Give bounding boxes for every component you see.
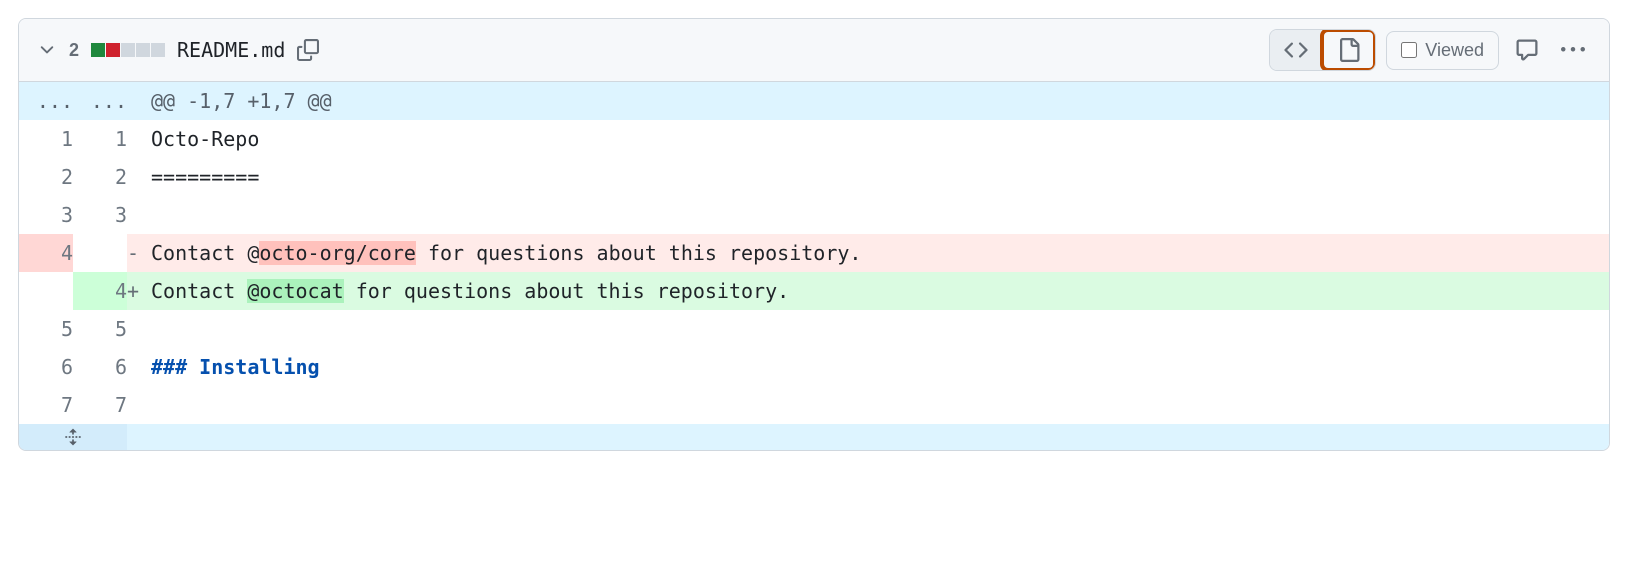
file-icon: [1337, 38, 1361, 62]
line-number-new[interactable]: 7: [73, 386, 127, 424]
line-number-new[interactable]: 6: [73, 348, 127, 386]
code-content: Octo-Repo: [151, 120, 1609, 158]
code-icon: [1284, 38, 1308, 62]
diff-line[interactable]: 55: [19, 310, 1609, 348]
viewed-label: Viewed: [1425, 40, 1484, 61]
file-header-left: 2 README.md: [37, 38, 319, 62]
line-number-new[interactable]: 1: [73, 120, 127, 158]
diff-line[interactable]: 4-Contact @octo-org/core for questions a…: [19, 234, 1609, 272]
diff-line[interactable]: 22 =========: [19, 158, 1609, 196]
filename[interactable]: README.md: [177, 38, 285, 62]
change-count: 2: [69, 40, 79, 61]
diff-table: @@ -1,7 +1,7 @@ 11Octo-Repo22=========33…: [19, 82, 1609, 424]
line-number-old[interactable]: 6: [19, 348, 73, 386]
code-content: [151, 196, 1609, 234]
rendered-view-button[interactable]: [1322, 30, 1375, 70]
line-number-new[interactable]: 4: [73, 272, 127, 310]
diff-line[interactable]: 33: [19, 196, 1609, 234]
line-number-old[interactable]: 5: [19, 310, 73, 348]
diff-line[interactable]: 4+Contact @octocat for questions about t…: [19, 272, 1609, 310]
hunk-expand-old[interactable]: [19, 82, 73, 120]
unfold-icon: [64, 428, 82, 446]
line-number-old[interactable]: 2: [19, 158, 73, 196]
collapse-toggle[interactable]: [37, 40, 57, 60]
line-number-old[interactable]: 4: [19, 234, 73, 272]
hunk-expand-new[interactable]: [73, 82, 127, 120]
line-number-new[interactable]: [73, 234, 127, 272]
hunk-header: @@ -1,7 +1,7 @@: [151, 82, 1609, 120]
viewed-checkbox-input[interactable]: [1401, 42, 1417, 58]
source-view-button[interactable]: [1270, 30, 1322, 70]
line-number-new[interactable]: 2: [73, 158, 127, 196]
diff-line[interactable]: 66 ### Installing: [19, 348, 1609, 386]
code-content: ### Installing: [151, 348, 1609, 386]
copy-path-button[interactable]: [297, 39, 319, 61]
diffstat-block: [106, 43, 120, 57]
line-number-new[interactable]: 5: [73, 310, 127, 348]
kebab-menu[interactable]: [1555, 32, 1591, 68]
comment-button[interactable]: [1509, 32, 1545, 68]
code-content: =========: [151, 158, 1609, 196]
diffstat-block: [136, 43, 150, 57]
diffstat-block: [91, 43, 105, 57]
code-content: Contact @octo-org/core for questions abo…: [151, 234, 1609, 272]
line-number-old[interactable]: 7: [19, 386, 73, 424]
chevron-down-icon: [37, 40, 57, 60]
code-content: [151, 386, 1609, 424]
code-content: Contact @octocat for questions about thi…: [151, 272, 1609, 310]
file-header-right: Viewed: [1269, 29, 1591, 71]
diff-file-container: 2 README.md Viewed: [18, 18, 1610, 451]
file-header: 2 README.md Viewed: [19, 19, 1609, 82]
line-number-old[interactable]: 1: [19, 120, 73, 158]
diffstat: [91, 43, 165, 57]
line-number-new[interactable]: 3: [73, 196, 127, 234]
line-number-old[interactable]: [19, 272, 73, 310]
code-content: [151, 310, 1609, 348]
line-number-old[interactable]: 3: [19, 196, 73, 234]
view-toggle-group: [1269, 29, 1376, 71]
diff-line[interactable]: 11 Octo-Repo: [19, 120, 1609, 158]
expand-down-row[interactable]: [19, 424, 1609, 450]
diffstat-block: [121, 43, 135, 57]
kebab-icon: [1561, 38, 1585, 62]
diffstat-block: [151, 43, 165, 57]
copy-icon: [297, 39, 319, 61]
comment-icon: [1515, 38, 1539, 62]
diff-line[interactable]: 77: [19, 386, 1609, 424]
hunk-header-row: @@ -1,7 +1,7 @@: [19, 82, 1609, 120]
viewed-checkbox[interactable]: Viewed: [1386, 31, 1499, 70]
